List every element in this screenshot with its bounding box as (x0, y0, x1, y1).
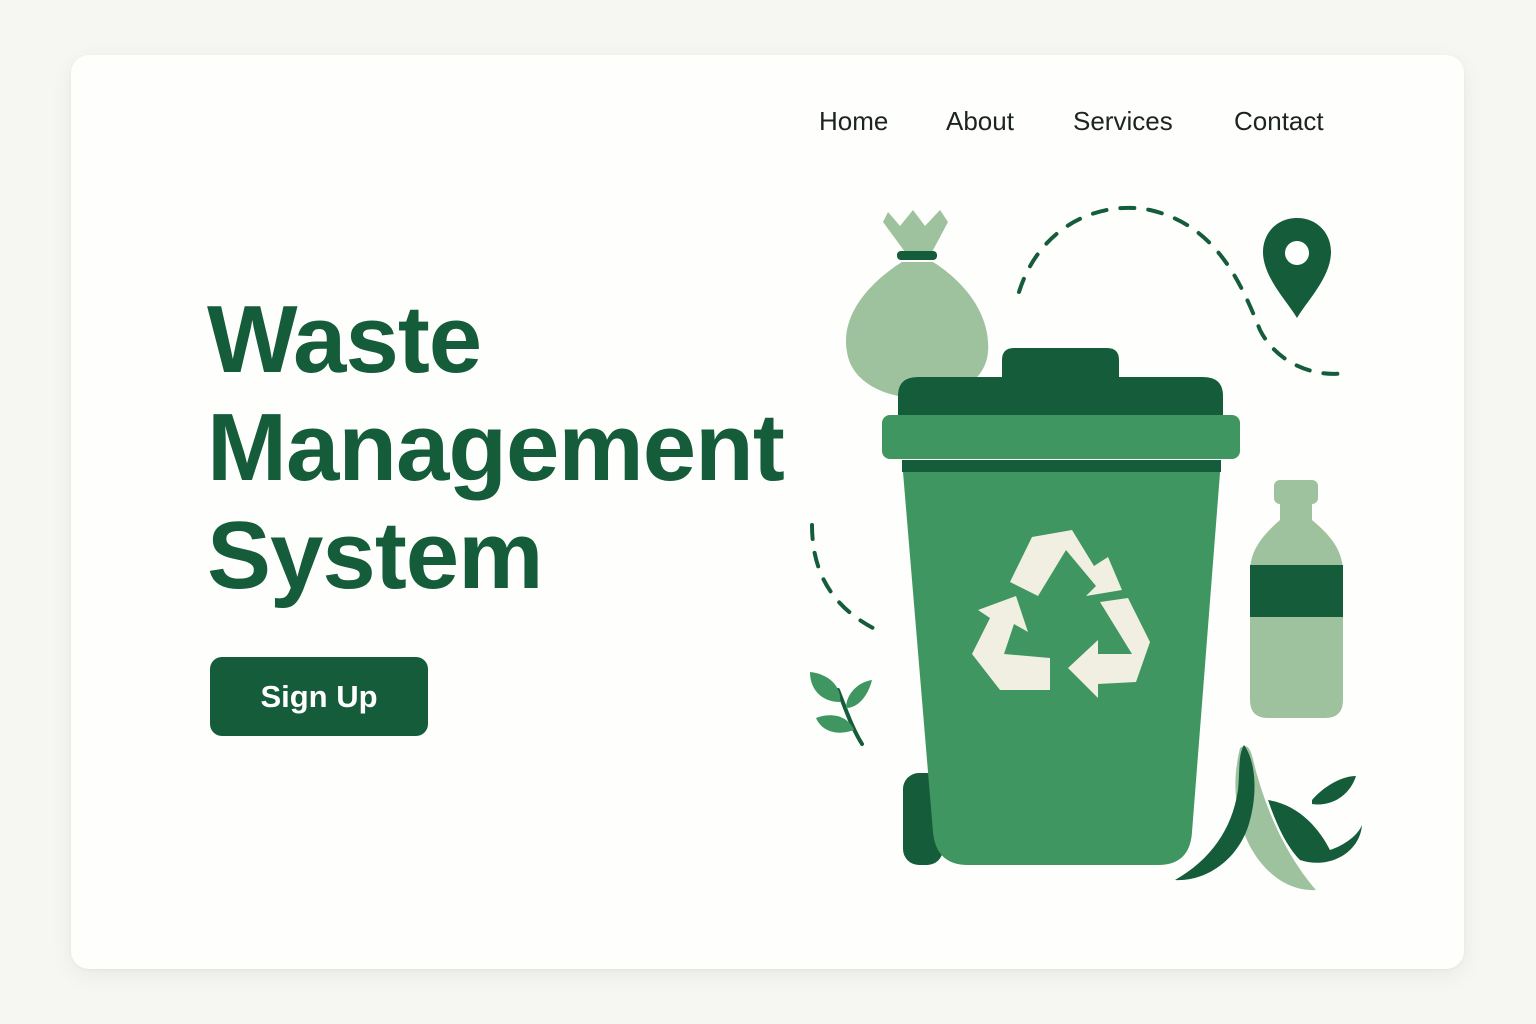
nav-link-about[interactable]: About (946, 106, 1014, 137)
hero-title-line-3: System (207, 502, 544, 609)
hero-title-line-1: Waste (207, 286, 482, 393)
hero-title-line-2: Management (207, 394, 785, 501)
nav-link-services[interactable]: Services (1073, 106, 1173, 137)
nav-link-home[interactable]: Home (819, 106, 888, 137)
hero-title: Waste Management System (207, 286, 785, 610)
sign-up-button[interactable]: Sign Up (210, 657, 428, 736)
nav-link-contact[interactable]: Contact (1234, 106, 1324, 137)
